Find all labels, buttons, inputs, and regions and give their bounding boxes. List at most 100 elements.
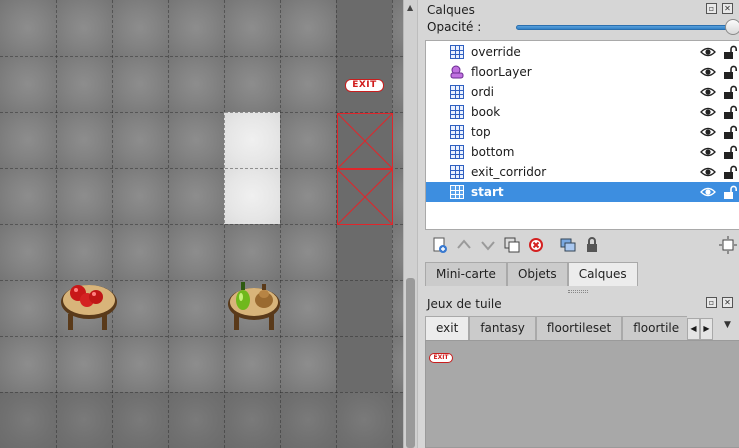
layer-name: override <box>471 45 521 59</box>
map-tile <box>112 280 168 336</box>
map-tile <box>336 280 392 336</box>
visibility-eye-icon[interactable] <box>700 145 716 159</box>
scroll-up-icon[interactable]: ▲ <box>407 3 413 12</box>
map-tile <box>280 0 336 56</box>
map-tile <box>224 56 280 112</box>
unlock-icon[interactable] <box>723 124 737 140</box>
tile-layer-icon <box>450 105 464 119</box>
map-tile <box>112 224 168 280</box>
apple-table-sprite <box>61 285 117 330</box>
visibility-eye-icon[interactable] <box>700 85 716 99</box>
tileset-tabs: exit fantasy floortileset floortile <box>425 316 687 340</box>
opacity-slider-handle[interactable] <box>725 19 739 35</box>
chevron-down-icon[interactable]: ▼ <box>724 320 731 330</box>
raise-layer-icon[interactable] <box>455 236 473 254</box>
grid-line <box>0 336 403 337</box>
unlock-icon[interactable] <box>723 144 737 160</box>
unlock-icon[interactable] <box>723 184 737 200</box>
map-tile <box>168 168 224 224</box>
tileset-tab-fantasy[interactable]: fantasy <box>469 316 536 340</box>
map-tile <box>224 0 280 56</box>
add-layer-icon[interactable] <box>431 236 449 254</box>
map-tile <box>0 280 56 336</box>
layer-row-override[interactable]: override <box>426 42 739 62</box>
layer-list[interactable]: override floorLayer ordi book top bottom exit_… <box>425 40 739 230</box>
unlock-icon[interactable] <box>723 44 737 60</box>
tileset-tab-floortileset[interactable]: floortileset <box>535 316 623 340</box>
map-tile <box>56 336 112 392</box>
map-tile <box>0 224 56 280</box>
lower-layer-icon[interactable] <box>479 236 497 254</box>
visibility-eye-icon[interactable] <box>700 45 716 59</box>
map-tile <box>280 56 336 112</box>
lock-icon[interactable] <box>583 236 601 254</box>
tileset-tab-floortile[interactable]: floortile <box>622 316 687 340</box>
tileset-tab-exit[interactable]: exit <box>425 316 470 340</box>
scroll-right-icon[interactable]: ▶ <box>700 318 713 340</box>
map-tile <box>0 336 56 392</box>
visibility-eye-icon[interactable] <box>700 165 716 179</box>
tab-mini-carte[interactable]: Mini-carte <box>425 262 507 286</box>
map-tile <box>56 168 112 224</box>
float-panel-icon[interactable]: ▫ <box>706 297 717 308</box>
layer-row-book[interactable]: book <box>426 102 739 122</box>
unlock-icon[interactable] <box>723 84 737 100</box>
tab-objets[interactable]: Objets <box>506 262 568 286</box>
cross-icon <box>338 114 392 168</box>
layer-name: book <box>471 105 501 119</box>
map-tile <box>168 280 224 336</box>
tile-layer-icon <box>450 85 464 99</box>
scrollbar-thumb[interactable] <box>406 278 415 448</box>
merge-layer-icon[interactable] <box>559 236 577 254</box>
map-tile <box>0 56 56 112</box>
map-tile <box>392 280 403 336</box>
map-tile <box>392 56 403 112</box>
layer-row-floorlayer[interactable]: floorLayer <box>426 62 739 82</box>
visibility-eye-icon[interactable] <box>700 125 716 139</box>
map-vertical-scrollbar[interactable]: ▲ <box>403 0 417 448</box>
map-tile <box>280 280 336 336</box>
cross-icon <box>338 170 392 224</box>
layer-row-exit-corridor[interactable]: exit_corridor <box>426 162 739 182</box>
layers-panel-title-text: Calques <box>427 3 475 17</box>
exit-sign: EXIT <box>345 79 384 92</box>
visibility-eye-icon[interactable] <box>700 65 716 79</box>
layer-name: start <box>471 185 504 199</box>
tileset-exit-tile[interactable]: EXIT <box>429 353 453 363</box>
float-panel-icon[interactable]: ▫ <box>706 3 717 14</box>
visibility-eye-icon[interactable] <box>700 185 716 199</box>
layer-row-ordi[interactable]: ordi <box>426 82 739 102</box>
scroll-left-icon[interactable]: ◀ <box>687 318 700 340</box>
unlock-icon[interactable] <box>723 64 737 80</box>
map-tile <box>56 112 112 168</box>
unlock-icon[interactable] <box>723 104 737 120</box>
highlight-layer-icon[interactable] <box>719 236 737 254</box>
tab-calques[interactable]: Calques <box>567 262 638 286</box>
close-panel-icon[interactable]: ✕ <box>722 297 733 308</box>
close-panel-icon[interactable]: ✕ <box>722 3 733 14</box>
layer-row-start[interactable]: start <box>426 182 739 202</box>
unlock-icon[interactable] <box>723 164 737 180</box>
layer-row-top[interactable]: top <box>426 122 739 142</box>
splitter-handle[interactable] <box>568 290 588 293</box>
map-tile <box>168 56 224 112</box>
map-tile <box>336 0 392 56</box>
map-canvas[interactable]: EXIT <box>0 0 403 448</box>
duplicate-layer-icon[interactable] <box>503 236 521 254</box>
map-tile <box>112 0 168 56</box>
map-tile <box>392 392 403 448</box>
map-tile <box>224 224 280 280</box>
visibility-eye-icon[interactable] <box>700 105 716 119</box>
opacity-slider[interactable] <box>516 25 734 30</box>
layer-row-bottom[interactable]: bottom <box>426 142 739 162</box>
map-tile <box>224 112 280 168</box>
layer-name: bottom <box>471 145 515 159</box>
map-tile <box>0 112 56 168</box>
tile-layer-icon <box>450 125 464 139</box>
tilesets-dock-buttons: ▫ ✕ <box>706 297 733 308</box>
tab-scroll-buttons: ◀ ▶ <box>687 318 715 340</box>
right-dock-panel: Calques ▫ ✕ Opacité : override floorLayer… <box>417 0 739 448</box>
exit-corridor-marker <box>337 113 393 169</box>
remove-layer-icon[interactable] <box>527 236 545 254</box>
tileset-view[interactable]: EXIT <box>425 340 739 448</box>
